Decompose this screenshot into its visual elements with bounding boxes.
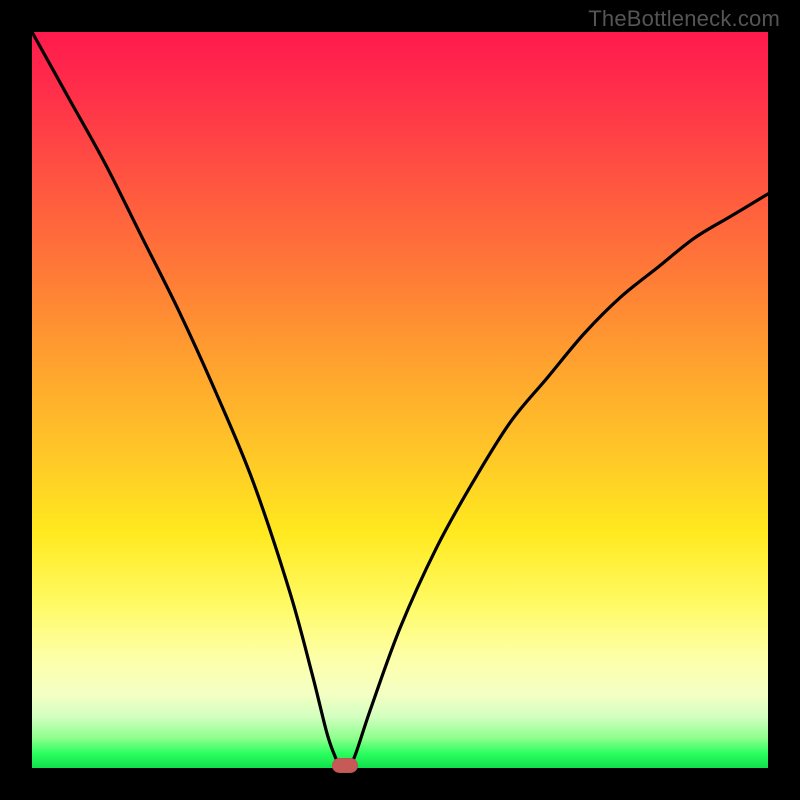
chart-frame: TheBottleneck.com [0, 0, 800, 800]
plot-area [32, 32, 768, 768]
optimal-point-marker [332, 758, 358, 773]
watermark-text: TheBottleneck.com [588, 6, 780, 32]
bottleneck-curve [32, 32, 768, 768]
